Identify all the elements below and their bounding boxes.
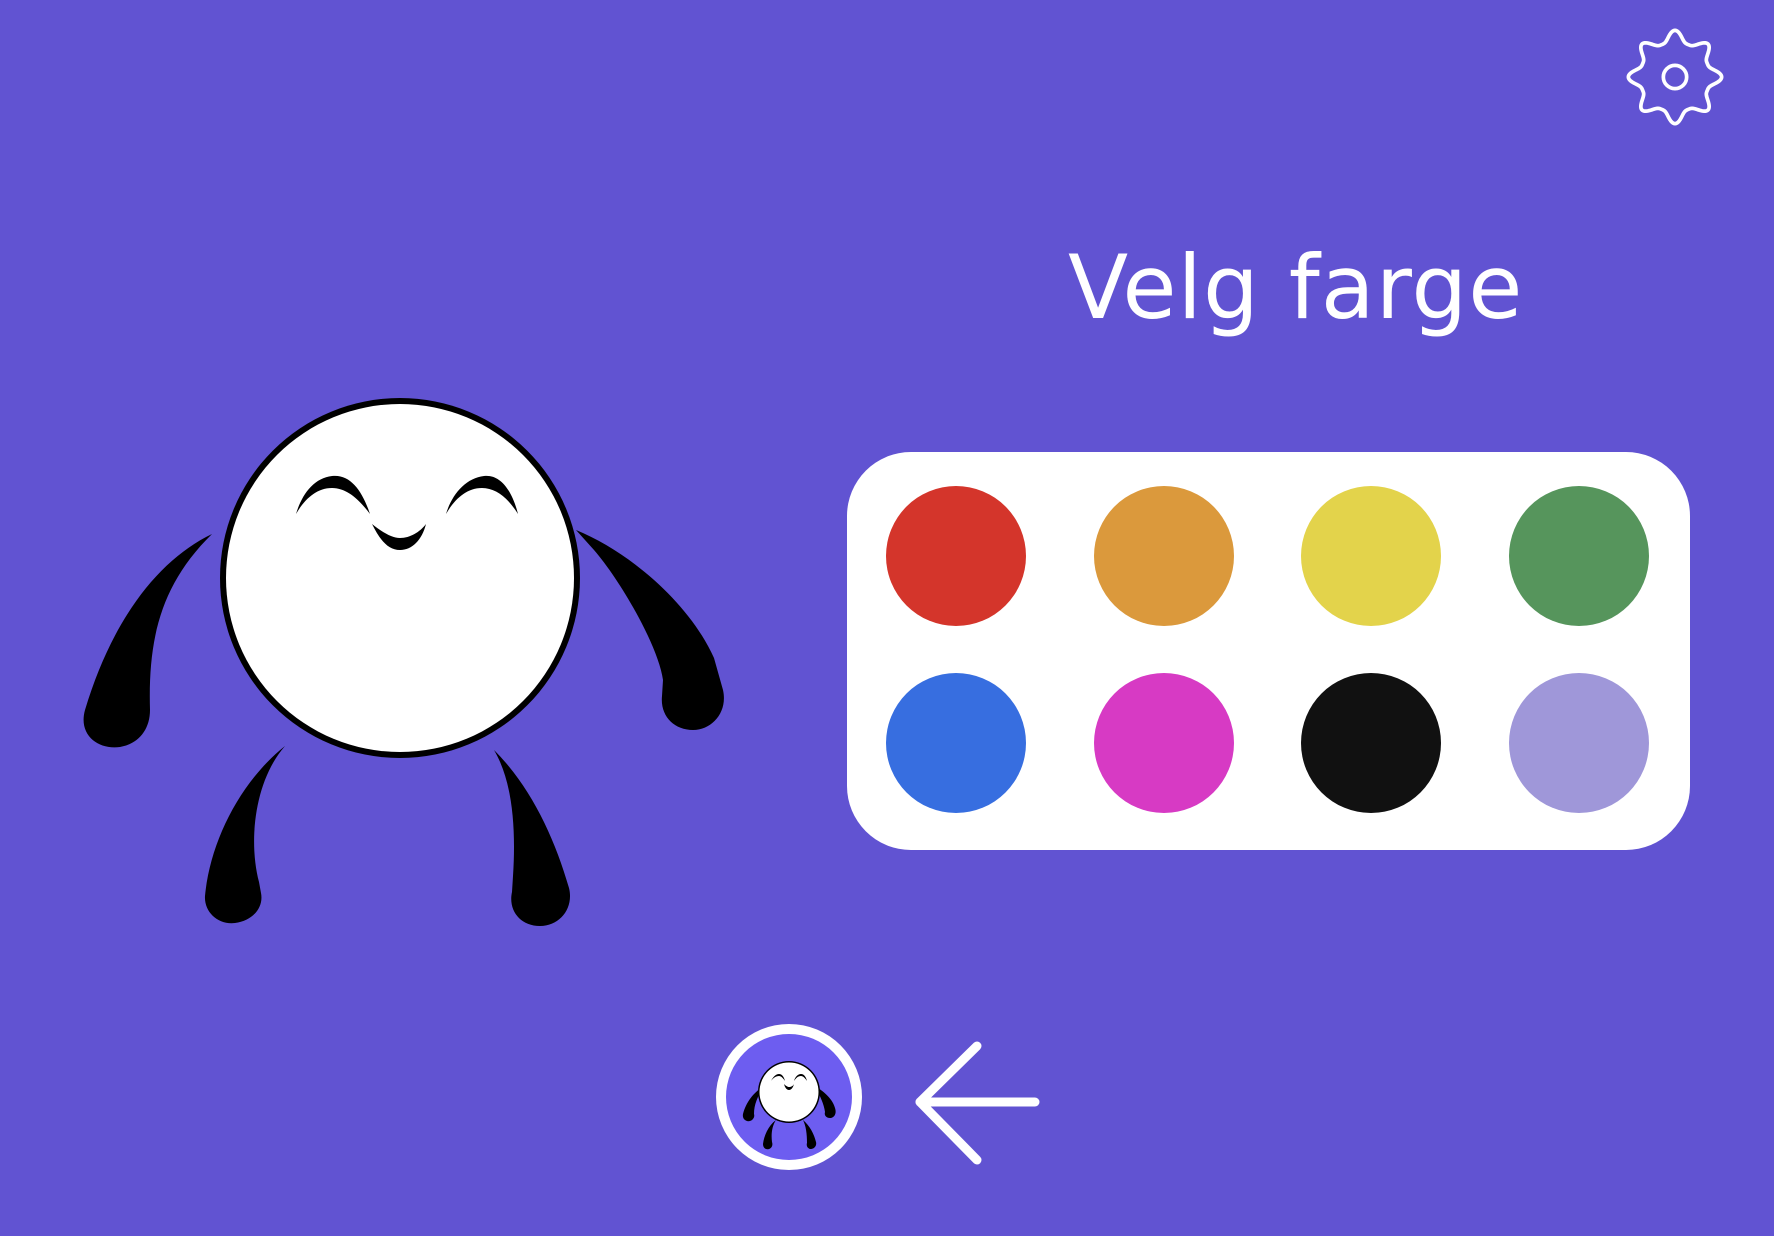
settings-button[interactable]: [1622, 24, 1728, 130]
page-title: Velg farge: [1068, 236, 1524, 339]
left-leg: [204, 746, 285, 924]
avatar-background: [726, 1034, 852, 1160]
swatch-blue[interactable]: [886, 673, 1026, 813]
right-leg: [494, 750, 571, 926]
swatch-red[interactable]: [886, 486, 1026, 626]
right-arm: [576, 530, 724, 730]
gear-icon: [1626, 28, 1724, 126]
back-button[interactable]: [912, 1040, 1042, 1166]
swatch-lavender[interactable]: [1509, 673, 1649, 813]
color-palette: [847, 452, 1690, 850]
character-avatar-button[interactable]: [716, 1024, 862, 1170]
swatch-black[interactable]: [1301, 673, 1441, 813]
arrow-left-icon: [915, 1041, 1040, 1165]
swatch-magenta[interactable]: [1094, 673, 1234, 813]
swatch-green[interactable]: [1509, 486, 1649, 626]
character-illustration: [80, 390, 730, 930]
character-avatar-icon: [742, 1061, 836, 1150]
swatch-yellow[interactable]: [1301, 486, 1441, 626]
swatch-orange[interactable]: [1094, 486, 1234, 626]
gear-outline: [1626, 28, 1724, 126]
left-arm: [83, 534, 212, 748]
